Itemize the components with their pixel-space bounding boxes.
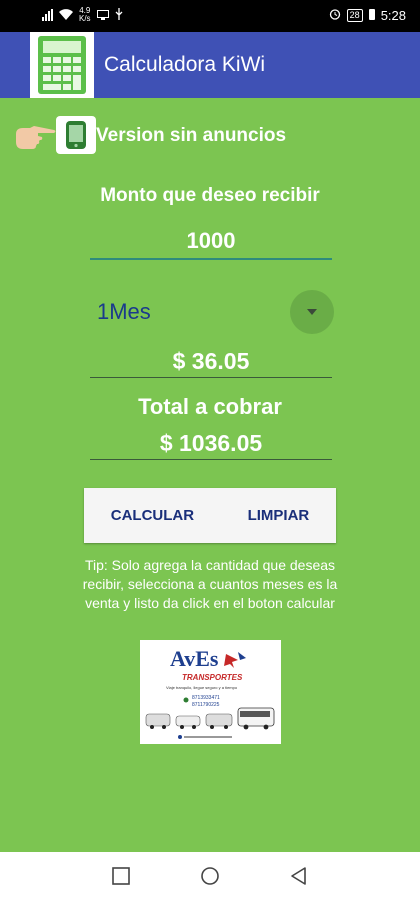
battery-indicator: 28 (346, 9, 363, 22)
amount-label: Monto que deseo recibir (100, 185, 320, 206)
status-bar: 4.9 K/s 28 5:28 (0, 0, 420, 32)
interest-value: $ 36.05 (90, 348, 332, 378)
pointing-hand-icon (14, 124, 58, 150)
calculator-icon (30, 32, 94, 98)
status-left: 4.9 K/s (42, 7, 123, 23)
banner-subtitle: TRANSPORTES (182, 673, 243, 682)
banner-phone-1: 8713933471 (192, 695, 220, 701)
banner-tagline: Viaje tranquilo, llegue seguro y a tiemp… (166, 685, 238, 690)
charging-icon (368, 8, 375, 23)
back-icon[interactable] (289, 866, 309, 891)
phone-icon (56, 116, 96, 154)
total-value: $ 1036.05 (90, 430, 332, 460)
home-icon[interactable] (200, 866, 220, 891)
dropdown-arrow-icon[interactable] (290, 290, 334, 334)
alarm-icon (329, 8, 341, 23)
recents-icon[interactable] (111, 866, 131, 891)
banner-phone-2: 8711790225 (192, 702, 220, 708)
total-label: Total a cobrar (138, 394, 282, 419)
transport-banner[interactable]: AvEs TRANSPORTES Viaje tranquilo, llegue… (140, 640, 281, 744)
clear-button[interactable]: LIMPIAR (248, 507, 310, 524)
screen-icon (96, 8, 109, 23)
tip-text: Tip: Solo agrega la cantidad que deseas … (82, 557, 338, 611)
clock: 5:28 (380, 8, 406, 23)
amount-input[interactable] (90, 224, 332, 258)
months-selected: 1Mes (97, 299, 151, 324)
months-dropdown[interactable]: 1Mes (90, 290, 334, 334)
navigation-bar (0, 852, 420, 900)
ad-free-label: Version sin anuncios (96, 125, 287, 146)
amount-field[interactable] (90, 224, 332, 260)
vehicles-image (145, 707, 275, 730)
wifi-icon (59, 8, 73, 23)
app-title: Calculadora KiWi (104, 53, 266, 76)
usb-icon (115, 7, 123, 23)
signal-icon (42, 9, 53, 21)
button-bar: CALCULAR LIMPIAR (84, 488, 336, 543)
banner-brand: AvEs (170, 646, 219, 671)
ad-free-row[interactable]: Version sin anuncios (14, 116, 414, 156)
status-right: 28 5:28 (329, 8, 406, 23)
network-speed: 4.9 K/s (79, 6, 91, 23)
calculate-button[interactable]: CALCULAR (111, 507, 194, 524)
